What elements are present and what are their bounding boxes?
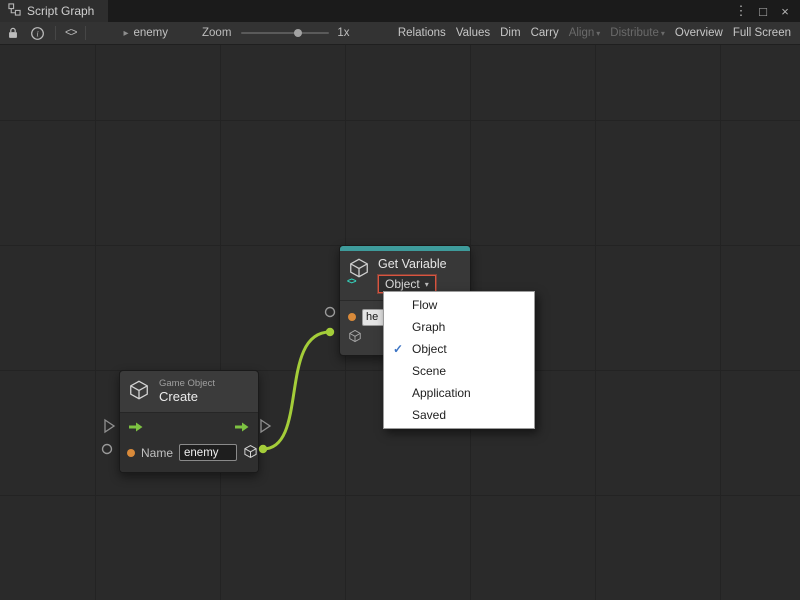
script-graph-window: { "window": { "tab_title": "Script Graph… (0, 0, 800, 600)
graph-toolbar: i <> ▸ enemy Zoom 1x Relations Values Di… (0, 22, 800, 45)
values-button[interactable]: Values (451, 22, 495, 44)
check-icon: ✓ (384, 342, 412, 356)
breadcrumb-label: enemy (133, 27, 168, 39)
code-view-toggle[interactable]: <> (65, 27, 76, 39)
fullscreen-button[interactable]: Full Screen (728, 22, 796, 44)
zoom-value: 1x (337, 27, 349, 39)
tab-script-graph[interactable]: Script Graph (0, 0, 108, 22)
flow-input-arrow-icon[interactable] (128, 421, 144, 436)
tab-title: Script Graph (27, 4, 94, 18)
code-badge: <> (347, 276, 356, 286)
carry-button[interactable]: Carry (526, 22, 564, 44)
value-port-dot[interactable] (127, 449, 135, 457)
dim-button[interactable]: Dim (495, 22, 525, 44)
toolbar-buttons: Relations Values Dim Carry Align▾ Distri… (393, 22, 796, 44)
graph-breadcrumb[interactable]: ▸ enemy (123, 27, 168, 39)
menu-item-flow[interactable]: Flow (384, 294, 534, 316)
flow-output-arrow-icon[interactable] (234, 421, 250, 436)
maximize-icon[interactable]: □ (754, 4, 772, 19)
overview-button[interactable]: Overview (670, 22, 728, 44)
relations-button[interactable]: Relations (393, 22, 451, 44)
info-icon[interactable]: i (28, 25, 46, 41)
distribute-button[interactable]: Distribute▾ (605, 22, 670, 44)
create-header: Game Object Create (120, 371, 258, 412)
title-bar: Script Graph ⋮ □ × (0, 0, 800, 22)
name-input[interactable] (179, 444, 237, 461)
script-graph-icon (8, 3, 21, 19)
menu-item-application[interactable]: Application (384, 382, 534, 404)
toolbar-divider (85, 26, 86, 40)
window-controls: ⋮ □ × (732, 3, 800, 19)
zoom-label: Zoom (202, 27, 231, 39)
gameobject-cube-icon (128, 379, 150, 404)
chevron-down-icon: ▾ (596, 29, 600, 38)
menu-item-graph[interactable]: Graph (384, 316, 534, 338)
chevron-down-icon: ▾ (661, 29, 665, 38)
breadcrumb-arrow-icon: ▸ (123, 28, 128, 39)
node-game-object-create[interactable]: Game Object Create Name (119, 370, 259, 473)
more-menu-icon[interactable]: ⋮ (732, 3, 750, 19)
gameobject-output-icon[interactable] (243, 444, 258, 462)
variable-cube-icon: <> (348, 257, 370, 283)
value-port-dot[interactable] (348, 313, 356, 321)
zoom-slider[interactable] (241, 32, 329, 34)
zoom-slider-handle[interactable] (294, 29, 302, 37)
lock-icon[interactable] (4, 25, 22, 41)
toolbar-divider (55, 26, 56, 40)
close-icon[interactable]: × (776, 4, 794, 19)
gameobject-port-icon[interactable] (348, 329, 362, 346)
chevron-down-icon: ▾ (425, 280, 429, 289)
variable-scope-menu: Flow Graph ✓ Object Scene Application Sa… (383, 291, 535, 429)
menu-item-object[interactable]: ✓ Object (384, 338, 534, 360)
name-field-row: Name (127, 443, 251, 463)
node-title: Create (159, 390, 215, 405)
name-field-label: Name (141, 446, 173, 460)
create-body: Name (120, 412, 258, 472)
svg-text:i: i (36, 28, 39, 38)
align-button[interactable]: Align▾ (564, 22, 606, 44)
menu-item-scene[interactable]: Scene (384, 360, 534, 382)
scope-selected-value: Object (385, 277, 420, 291)
flow-ports-row (127, 418, 251, 443)
node-title: Get Variable (378, 257, 447, 271)
menu-item-saved[interactable]: Saved (384, 404, 534, 426)
